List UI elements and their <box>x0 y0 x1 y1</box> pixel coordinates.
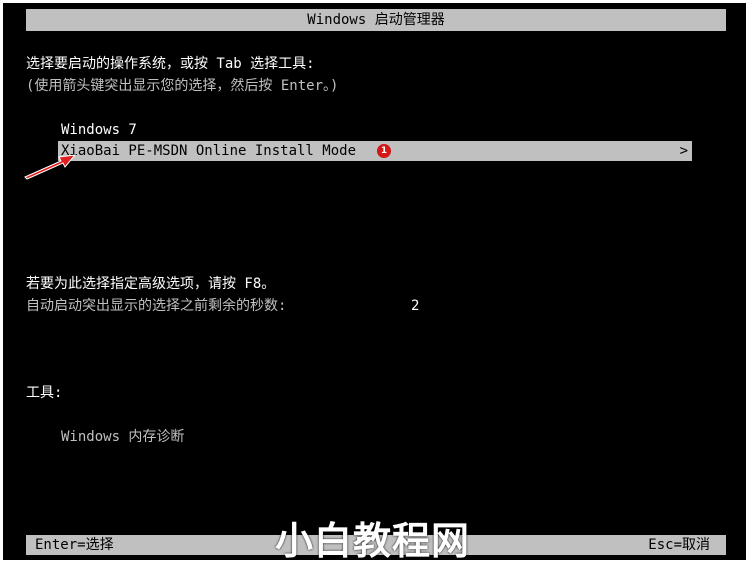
enter-select-hint: Enter=选择 <box>35 537 114 553</box>
countdown-seconds: 2 <box>411 298 420 314</box>
prompt-instruction: 选择要启动的操作系统，或按 Tab 选择工具: <box>26 56 315 72</box>
page-title: Windows 启动管理器 <box>307 12 445 28</box>
advanced-options-hint: 若要为此选择指定高级选项，请按 F8。 <box>26 276 276 292</box>
esc-cancel-hint: Esc=取消 <box>648 537 710 553</box>
prompt-hint: (使用箭头键突出显示您的选择，然后按 Enter。) <box>26 78 339 94</box>
title-bar: Windows 启动管理器 <box>26 9 726 31</box>
tool-item-memory-diagnostic[interactable]: Windows 内存诊断 <box>61 428 184 446</box>
pointer-arrow-icon <box>24 154 77 180</box>
boot-manager-screen: Windows 启动管理器 选择要启动的操作系统，或按 Tab 选择工具: (使… <box>3 3 746 560</box>
watermark-logo: 小白教程网 <box>275 519 471 560</box>
countdown-label: 自动启动突出显示的选择之前剩余的秒数: <box>26 298 287 314</box>
tools-heading: 工具: <box>26 385 63 401</box>
chevron-right-icon: > <box>679 143 688 159</box>
os-item-label: XiaoBai PE-MSDN Online Install Mode <box>61 143 357 159</box>
os-item-xiaobai-pe[interactable]: XiaoBai PE-MSDN Online Install Mode 1 > <box>58 141 692 161</box>
step-badge: 1 <box>377 144 391 158</box>
os-item-windows-7[interactable]: Windows 7 <box>61 121 137 139</box>
